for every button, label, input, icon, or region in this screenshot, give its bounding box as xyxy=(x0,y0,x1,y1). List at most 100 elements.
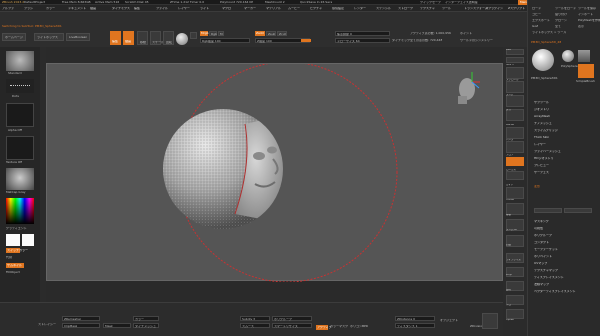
cylinder-thumb-icon[interactable] xyxy=(578,50,590,62)
panel-item-arraymesh[interactable]: ArrayMesh xyxy=(534,115,550,118)
panel-item-thickskin[interactable]: Thick Skin xyxy=(534,136,549,139)
colormask-label[interactable]: カラーマスク xyxy=(330,325,348,328)
tool-header-item-8[interactable]: PolyMeshを作成 xyxy=(578,19,600,22)
move-button[interactable]: 移動 xyxy=(137,31,148,45)
edit-button[interactable]: 編集 xyxy=(110,31,121,45)
distance-slider[interactable]: ディスタンス 1 xyxy=(395,323,435,328)
dynamesh-slider[interactable]: ダイナメッシュ xyxy=(133,323,159,328)
zcut-button[interactable]: Zcut xyxy=(277,31,287,36)
mask-button[interactable]: サムネイル xyxy=(6,263,24,268)
spix-button[interactable] xyxy=(506,57,524,63)
subdiv-slider[interactable]: Subdiv 3 xyxy=(240,316,270,321)
zremesher-slider[interactable]: ZRemesher xyxy=(62,316,100,321)
panel-item-polypaint[interactable]: ポリペイント xyxy=(534,255,552,258)
alternate-label[interactable]: 代替 xyxy=(6,256,12,259)
alpha-thumbnail-icon[interactable] xyxy=(6,103,34,127)
mrgb-button[interactable]: Mrgb xyxy=(200,31,209,36)
zdistance-slider[interactable]: ZDistance 0 xyxy=(395,316,435,321)
tool-header-item-0[interactable]: ロード xyxy=(532,7,541,10)
tool-header-item-10[interactable]: 全て xyxy=(555,25,561,28)
simplebrush-thumb-icon[interactable] xyxy=(578,64,594,78)
panel-item-masking[interactable]: マスキング xyxy=(534,220,549,223)
panel-item-hdgeometry[interactable]: HDジオメトリ xyxy=(534,157,554,160)
fill-object-button[interactable]: FillObject xyxy=(6,271,20,274)
menu-item-14[interactable]: ピクチャ xyxy=(310,7,322,10)
interface-transparency[interactable]: インターフェイス透明度 xyxy=(445,1,478,4)
panel-item-nanomesh[interactable]: ナノメッシュ xyxy=(534,122,552,125)
document-canvas[interactable] xyxy=(46,63,503,282)
panel-item-geometry[interactable]: ジオメトリ xyxy=(534,108,549,111)
scale-button[interactable]: スケール xyxy=(150,31,164,45)
ws-mirror[interactable]: ワールドのシンメトリー xyxy=(460,39,493,42)
menu-item-7[interactable]: ファイル xyxy=(156,7,168,10)
zadd-button[interactable]: Zadd xyxy=(255,31,265,36)
dynamic-toggle[interactable]: ダイナミック xyxy=(392,39,410,42)
tool-header-item-4[interactable]: 貼り付け xyxy=(555,13,567,16)
panel-item-vectordisp[interactable]: ベクターディスプレイスメント xyxy=(534,290,576,293)
subtool-button-a[interactable] xyxy=(534,208,562,213)
local-button[interactable] xyxy=(506,157,524,166)
secondary-color-swatch[interactable] xyxy=(22,234,34,246)
menu-item-1[interactable]: ブラシ xyxy=(24,7,33,10)
menu-item-15[interactable]: 環境設定 xyxy=(332,7,344,10)
tool-header-item-3[interactable]: コピー xyxy=(532,13,541,16)
zoom-button[interactable] xyxy=(506,81,524,93)
tool-header-item-1[interactable]: ツールをロード xyxy=(555,7,576,10)
menu-item-16[interactable]: レンダー xyxy=(354,7,366,10)
tool-header-item-11[interactable]: 表示 xyxy=(578,25,584,28)
polysphere-thumb-icon[interactable] xyxy=(562,50,574,62)
panel-item-slime[interactable]: スライムブリッジ xyxy=(534,129,558,132)
material-sphere-icon[interactable] xyxy=(176,33,188,45)
active-button[interactable]: アクティブ xyxy=(316,325,332,330)
panel-item-visibility[interactable]: 可視性 xyxy=(534,227,543,230)
material-thumbnail-icon[interactable] xyxy=(6,168,34,190)
color-slider[interactable]: カラー xyxy=(133,316,159,321)
rgb-button[interactable]: Rgb xyxy=(209,31,217,36)
subtool-header[interactable]: サブツール xyxy=(534,101,549,104)
lightbox-tab[interactable]: ライトボックス xyxy=(34,33,64,41)
frame-button[interactable] xyxy=(506,187,524,199)
menu-item-21[interactable]: トランスフォーム xyxy=(464,7,488,10)
zsub-button[interactable]: Zsub xyxy=(266,31,276,36)
switch-color-button[interactable]: スイッチカラー xyxy=(6,248,28,253)
menu-item-12[interactable]: マテリアル xyxy=(266,7,281,10)
tool-header-item-7[interactable]: クローン xyxy=(555,19,567,22)
menu-item-19[interactable]: テクスチャ xyxy=(420,7,435,10)
tool-header-item-2[interactable]: ツールを保存 xyxy=(578,7,596,10)
panel-item-preview[interactable]: プレビュー xyxy=(534,164,549,167)
focal-shift-slider[interactable]: 焦点調節 0 xyxy=(335,31,390,36)
rgb-intensity-slider[interactable]: Rgb強度 100 xyxy=(200,38,250,43)
panel-item-surface[interactable]: サーフェス xyxy=(534,171,549,174)
menu-item-8[interactable]: レイヤー xyxy=(178,7,190,10)
menu-item-13[interactable]: ムービー xyxy=(288,7,300,10)
menu-item-3[interactable]: ドキュメント xyxy=(68,7,86,10)
menu-item-20[interactable]: ツール xyxy=(442,7,451,10)
object-label[interactable]: オブジェクト xyxy=(440,319,458,322)
tool-header-item-6[interactable]: エクスポート xyxy=(532,19,550,22)
draw-button[interactable]: 描画 xyxy=(123,31,134,45)
persp-button[interactable] xyxy=(506,127,524,139)
panel-item-displacement[interactable]: ディスプレイスメント xyxy=(534,276,564,279)
tool-header-item-12[interactable]: ライトボックス > ツール xyxy=(532,31,566,34)
rotate-button[interactable]: 回転 xyxy=(163,31,174,45)
panel-item-polygroups[interactable]: ポリグループ xyxy=(534,234,552,237)
xpose-button[interactable] xyxy=(506,309,524,319)
menu-item-23[interactable]: Zスクリプト xyxy=(508,7,525,10)
panel-item-morphtarget[interactable]: モーファーゲット xyxy=(534,248,558,251)
panel-item-fibermesh[interactable]: ファイバーメッシュ xyxy=(534,150,561,153)
menu-item-22[interactable]: Zプラグイン xyxy=(486,7,503,10)
main-color-swatch[interactable] xyxy=(6,234,20,246)
menu-item-6[interactable]: 編集 xyxy=(134,7,140,10)
color-picker[interactable] xyxy=(6,198,34,224)
linefill-button[interactable] xyxy=(506,253,524,263)
mask-slider[interactable]: Mask xyxy=(103,323,131,328)
tool-name[interactable]: PM3D_Sphere3D_48 xyxy=(531,41,561,44)
draw-size-slider[interactable]: ドローサイズ 64 xyxy=(335,38,390,43)
home-tab[interactable]: ホームページ xyxy=(2,33,26,41)
actual-button[interactable] xyxy=(506,95,524,107)
bottom-item-1[interactable]: ストレイシー xyxy=(38,323,56,326)
menu-item-9[interactable]: ライト xyxy=(200,7,209,10)
brush-thumbnail-icon[interactable] xyxy=(6,51,34,71)
texture-icon[interactable] xyxy=(190,32,197,39)
scroll-button[interactable] xyxy=(506,67,524,79)
